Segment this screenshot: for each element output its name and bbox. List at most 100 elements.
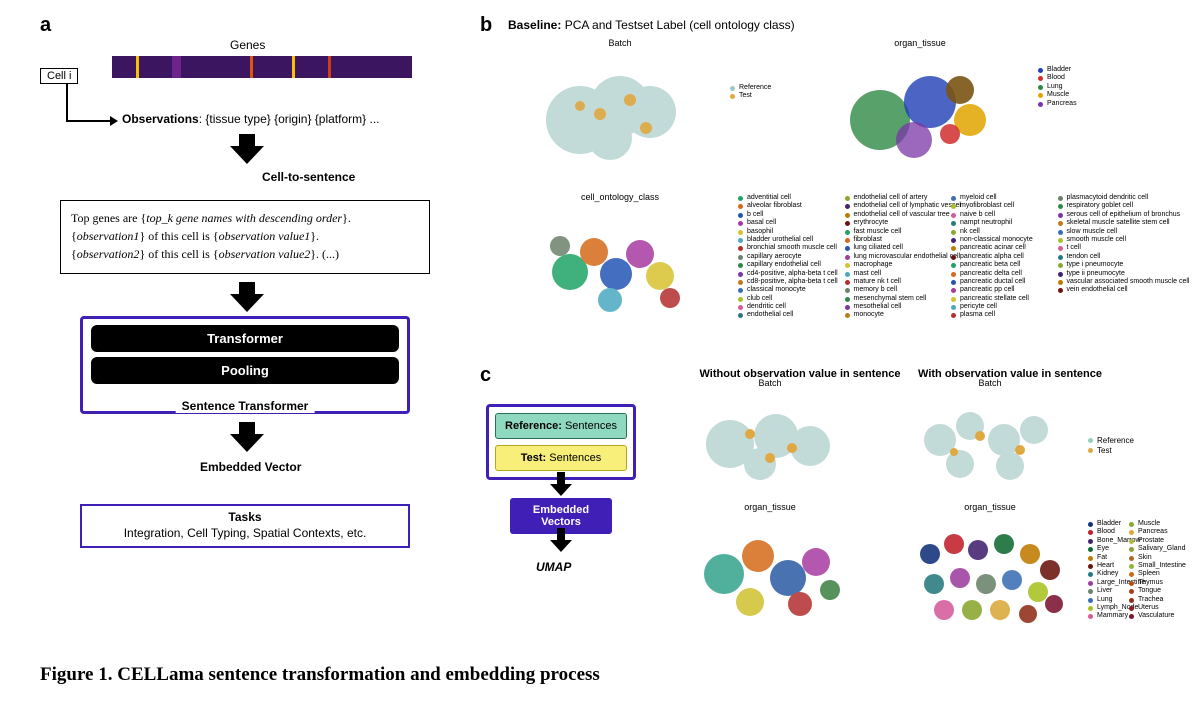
figure-1: a Genes Cell i Observations: {tissue typ… <box>40 14 1160 654</box>
legend-item: non-classical monocyte <box>951 236 1052 244</box>
legend-item: Tongue <box>1129 587 1166 595</box>
legend-item: Test <box>730 92 790 100</box>
legend-item: Blood <box>1038 74 1148 82</box>
legend-item: Trachea <box>1129 596 1166 604</box>
legend-item: Liver <box>1088 587 1125 595</box>
sentence-line1: Top genes are {top_k gene names with des… <box>71 209 419 227</box>
legend-item: Muscle <box>1129 520 1166 528</box>
panel-c: c Reference: Sentences Test: Sentences E… <box>480 364 1160 654</box>
down-arrow-icon <box>230 422 264 452</box>
legend-item: cd8-positive, alpha-beta t cell <box>738 278 839 286</box>
scatter-ontology-title: cell_ontology_class <box>581 192 659 202</box>
legend-item: serous cell of epithelium of bronchus <box>1058 211 1159 219</box>
figure-caption: Figure 1. CELLama sentence transformatio… <box>40 664 600 686</box>
legend-item: plasmacytoid dendritic cell <box>1058 194 1159 202</box>
legend-item: type i pneumocyte <box>1058 261 1159 269</box>
plot-title: Batch <box>758 378 781 388</box>
legend-item: erythrocyte <box>845 219 946 227</box>
cell-line <box>66 84 68 122</box>
legend-item: Salivary_Gland <box>1129 545 1166 553</box>
legend-item: dendritic cell <box>738 303 839 311</box>
legend-item: pancreatic pp cell <box>951 286 1052 294</box>
panel-b-title: Baseline: PCA and Testset Label (cell on… <box>508 18 795 32</box>
legend-item: Bone_Marrow <box>1088 537 1125 545</box>
umap-with-organ: organ_tissue <box>900 514 1080 634</box>
legend-item: smooth muscle cell <box>1058 236 1159 244</box>
transformer-row: Transformer <box>91 325 399 352</box>
scatter-organ-title: organ_tissue <box>894 38 946 48</box>
panel-b: b Baseline: PCA and Testset Label (cell … <box>480 14 1160 354</box>
tasks-body: Integration, Cell Typing, Spatial Contex… <box>124 526 367 540</box>
sentence-transformer-block: Transformer Pooling Sentence Transformer <box>80 316 410 414</box>
legend-item: naive b cell <box>951 211 1052 219</box>
legend-item: pancreatic acinar cell <box>951 244 1052 252</box>
legend-item: pancreatic stellate cell <box>951 295 1052 303</box>
legend-item: Thymus <box>1129 579 1166 587</box>
legend-item: club cell <box>738 295 839 303</box>
plot-title: organ_tissue <box>744 502 796 512</box>
genes-heading: Genes <box>230 38 265 52</box>
legend-item: nk cell <box>951 228 1052 236</box>
legend-item: capillary aerocyte <box>738 253 839 261</box>
panel-a-label: a <box>40 14 51 37</box>
legend-item: Kidney <box>1088 570 1125 578</box>
scatter-batch-title: Batch <box>608 38 631 48</box>
legend-item: vascular associated smooth muscle cell <box>1058 278 1159 286</box>
legend-item: Heart <box>1088 562 1125 570</box>
legend-item: endothelial cell <box>738 311 839 319</box>
legend-c-batch: ReferenceTest <box>1088 436 1148 455</box>
legend-item: cd4-positive, alpha-beta t cell <box>738 270 839 278</box>
scatter-organ: organ_tissue <box>820 50 1020 170</box>
legend-item: Test <box>1088 446 1148 456</box>
tasks-box: Tasks Integration, Cell Typing, Spatial … <box>80 504 410 548</box>
legend-item: pericyte cell <box>951 303 1052 311</box>
legend-item: Prostate <box>1129 537 1166 545</box>
cell-i-box: Cell i <box>40 68 78 84</box>
observations-text: Observations: {tissue type} {origin} {pl… <box>122 112 379 126</box>
legend-item: endothelial cell of artery <box>845 194 946 202</box>
legend-item: Uterus <box>1129 604 1166 612</box>
plot-title: organ_tissue <box>964 502 1016 512</box>
sentence-template-box: Top genes are {top_k gene names with des… <box>60 200 430 274</box>
test-row: Test: Sentences <box>495 445 627 471</box>
legend-item: macrophage <box>845 261 946 269</box>
col1-title: Without observation value in sentence <box>700 368 901 380</box>
cell-arrowhead-icon <box>110 116 118 126</box>
gene-expression-bar <box>112 56 412 78</box>
panel-c-label: c <box>480 364 491 387</box>
legend-item: bronchial smooth muscle cell <box>738 244 839 252</box>
legend-batch: ReferenceTest <box>730 84 790 101</box>
legend-item: Muscle <box>1038 91 1148 99</box>
down-arrow-icon <box>550 484 572 498</box>
legend-item: bladder urothelial cell <box>738 236 839 244</box>
legend-item: Lung <box>1038 83 1148 91</box>
col2-title: With observation value in sentence <box>918 368 1102 380</box>
legend-item: myofibroblast cell <box>951 202 1052 210</box>
reference-row: Reference: Sentences <box>495 413 627 439</box>
legend-item: b cell <box>738 211 839 219</box>
legend-item: vein endothelial cell <box>1058 286 1159 294</box>
pooling-row: Pooling <box>91 357 399 384</box>
down-arrow-icon <box>230 282 264 312</box>
legend-item: Vasculature <box>1129 612 1166 620</box>
umap-without-organ: organ_tissue <box>680 514 860 634</box>
legend-c-organ: BladderBloodBone_MarrowEyeFatHeartKidney… <box>1088 520 1166 621</box>
plot-title: Batch <box>978 378 1001 388</box>
cell-to-sentence-label: Cell-to-sentence <box>262 170 355 184</box>
tasks-title: Tasks <box>88 510 402 524</box>
legend-item: t cell <box>1058 244 1159 252</box>
legend-item: Pancreas <box>1038 100 1148 108</box>
legend-item: adventitial cell <box>738 194 839 202</box>
legend-item: nampt neutrophil <box>951 219 1052 227</box>
legend-ontology: adventitial cellalveolar fibroblastb cel… <box>738 194 1158 320</box>
legend-item: mesenchymal stem cell <box>845 295 946 303</box>
legend-item: pancreatic beta cell <box>951 261 1052 269</box>
legend-item: pancreatic alpha cell <box>951 253 1052 261</box>
legend-item: basal cell <box>738 219 839 227</box>
legend-item: slow muscle cell <box>1058 228 1159 236</box>
legend-item: pancreatic delta cell <box>951 270 1052 278</box>
scatter-ontology: cell_ontology_class <box>520 204 720 324</box>
umap-with-batch: Batch <box>900 390 1080 490</box>
legend-item: monocyte <box>845 311 946 319</box>
legend-item: mature nk t cell <box>845 278 946 286</box>
